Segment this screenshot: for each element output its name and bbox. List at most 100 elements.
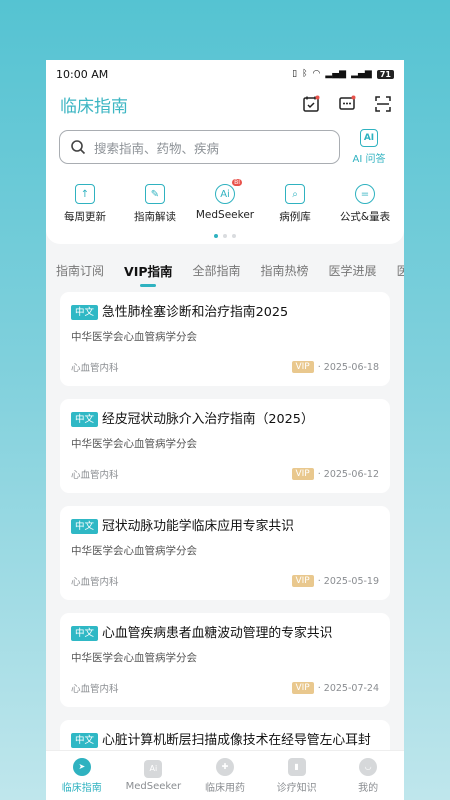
- app-logo: 临床指南: [60, 96, 128, 117]
- guide-date: · 2025-06-12: [317, 468, 379, 480]
- language-badge: 中文: [71, 733, 99, 748]
- ai-qa-button[interactable]: AI AI 问答: [346, 129, 392, 165]
- search-row: 搜索指南、药物、疾病 AI AI 问答: [46, 120, 404, 170]
- quick-medseeker[interactable]: Ai BI MedSeeker: [190, 179, 260, 224]
- bluetooth-icon: ᛒ: [302, 69, 308, 79]
- ai-icon: AI: [360, 129, 378, 147]
- guide-org: 中华医学会心血管病学分会: [71, 545, 197, 557]
- ai-icon: Ai: [144, 759, 163, 778]
- nav-label: 诊疗知识: [276, 782, 317, 794]
- quick-label: MedSeeker: [195, 209, 255, 221]
- status-bar: 10:00 AM ▯ ᛒ ◠ ▂▄▆ ▂▄▆ 71: [46, 60, 404, 88]
- guide-title: 经皮冠状动脉介入治疗指南（2025）: [102, 412, 314, 427]
- guide-meta-right: VIP · 2025-07-24: [291, 682, 379, 694]
- guide-card[interactable]: 中文 冠状动脉功能学临床应用专家共识 中华医学会心血管病学分会 心血管内科 VIP…: [60, 506, 390, 600]
- status-time: 10:00 AM: [56, 67, 109, 81]
- quick-weekly-update[interactable]: ↑ 每周更新: [50, 184, 120, 224]
- vip-badge: VIP: [291, 468, 314, 480]
- guide-title: 心血管疾病患者血糖波动管理的专家共识: [102, 626, 333, 641]
- quick-guide-interpretation[interactable]: ✎ 指南解读: [120, 184, 190, 224]
- nav-clinical-guide[interactable]: ➤ 临床指南: [47, 757, 117, 794]
- guide-meta-right: VIP · 2025-06-12: [291, 468, 379, 480]
- nav-mine[interactable]: ◡ 我的: [333, 757, 403, 794]
- guide-title: 冠状动脉功能学临床应用专家共识: [102, 519, 294, 534]
- nav-label: 临床指南: [61, 782, 102, 794]
- search-input[interactable]: 搜索指南、药物、疾病: [59, 130, 340, 164]
- guide-meta-right: VIP · 2025-06-18: [291, 361, 379, 373]
- guide-date: · 2025-07-24: [317, 682, 379, 694]
- battery-icon: 71: [376, 69, 394, 79]
- language-badge: 中文: [71, 305, 99, 320]
- signal-icon-2: ▂▄▆: [351, 69, 372, 79]
- clipboard-search-icon: ⌕: [285, 184, 305, 204]
- tab-all[interactable]: 全部指南: [193, 262, 241, 279]
- guide-org: 中华医学会心血管病学分会: [71, 331, 197, 343]
- guide-dept: 心血管内科: [71, 684, 119, 695]
- page-dot: [232, 234, 236, 238]
- guide-title-row: 中文 经皮冠状动脉介入治疗指南（2025）: [71, 411, 379, 429]
- guide-tabs: 指南订阅 VIP指南 全部指南 指南热榜 医学进展 医界: [46, 248, 404, 292]
- guide-dept: 心血管内科: [71, 470, 119, 481]
- page-indicator: [46, 234, 404, 238]
- new-badge: BI: [232, 179, 242, 186]
- pill-icon: ✚: [215, 757, 234, 776]
- scan-icon[interactable]: [374, 95, 392, 113]
- nav-label: 临床用药: [204, 782, 245, 794]
- nav-medseeker[interactable]: Ai MedSeeker: [118, 759, 188, 792]
- guide-title: 急性肺栓塞诊断和治疗指南2025: [102, 305, 289, 320]
- guide-meta: 心血管内科 VIP · 2025-06-12: [71, 467, 379, 481]
- guide-dept: 心血管内科: [71, 363, 119, 374]
- nav-label: MedSeeker: [125, 780, 182, 792]
- page-dot: [223, 234, 227, 238]
- guide-title-row: 中文 冠状动脉功能学临床应用专家共识: [71, 518, 379, 536]
- quick-formula-scale[interactable]: = 公式&量表: [330, 184, 400, 224]
- search-placeholder: 搜索指南、药物、疾病: [94, 140, 220, 156]
- calendar-check-icon[interactable]: [302, 95, 320, 113]
- ai-qa-label: AI 问答: [352, 154, 386, 165]
- language-badge: 中文: [71, 519, 99, 534]
- vip-badge: VIP: [291, 682, 314, 694]
- message-icon[interactable]: [338, 95, 356, 113]
- status-icons: ▯ ᛒ ◠ ▂▄▆ ▂▄▆ 71: [292, 69, 394, 79]
- guide-meta-right: VIP · 2025-05-19: [291, 575, 379, 587]
- guide-date: · 2025-05-19: [317, 575, 379, 587]
- quick-label: 指南解读: [134, 211, 176, 223]
- guide-dept: 心血管内科: [71, 577, 119, 588]
- guide-title-row: 中文 心血管疾病患者血糖波动管理的专家共识: [71, 625, 379, 643]
- quick-actions: ↑ 每周更新 ✎ 指南解读 Ai BI MedSeeker ⌕ 病例库 = 公式&…: [46, 170, 404, 224]
- upload-icon: ↑: [75, 184, 95, 204]
- top-panel: 临床指南 搜索指南、药物、疾病 AI AI 问答 ↑ 每周更新 ✎ 指南解读 A…: [46, 88, 404, 244]
- nav-label: 我的: [358, 782, 379, 794]
- user-icon: ◡: [359, 757, 378, 776]
- tab-hot[interactable]: 指南热榜: [261, 262, 309, 279]
- signal-icon: ▂▄▆: [325, 69, 347, 79]
- tab-vip[interactable]: VIP指南: [124, 261, 173, 287]
- vip-badge: VIP: [291, 575, 314, 587]
- compass-icon: ➤: [72, 757, 91, 776]
- guide-card[interactable]: 中文 经皮冠状动脉介入治疗指南（2025） 中华医学会心血管病学分会 心血管内科 …: [60, 399, 390, 493]
- guide-title-row: 中文 急性肺栓塞诊断和治疗指南2025: [71, 304, 379, 322]
- nav-knowledge[interactable]: ▮ 诊疗知识: [262, 757, 332, 794]
- page-dot-active: [214, 234, 218, 238]
- tab-progress[interactable]: 医学进展: [329, 262, 377, 279]
- bottom-nav: ➤ 临床指南 Ai MedSeeker ✚ 临床用药 ▮ 诊疗知识 ◡ 我的: [46, 750, 404, 800]
- language-badge: 中文: [71, 626, 99, 641]
- wifi-icon: ◠: [312, 69, 321, 79]
- app-window: 10:00 AM ▯ ᛒ ◠ ▂▄▆ ▂▄▆ 71 临床指南 搜索指南、药物、疾…: [46, 60, 404, 800]
- quick-label: 病例库: [279, 211, 311, 223]
- ai-icon: Ai BI: [215, 179, 242, 204]
- tab-subscribed[interactable]: 指南订阅: [56, 262, 104, 279]
- guide-card[interactable]: 中文 急性肺栓塞诊断和治疗指南2025 中华医学会心血管病学分会 心血管内科 VI…: [60, 292, 390, 386]
- guide-org: 中华医学会心血管病学分会: [71, 652, 197, 664]
- book-icon: ▮: [287, 757, 306, 776]
- guide-card[interactable]: 中文 心血管疾病患者血糖波动管理的专家共识 中华医学会心血管病学分会 心血管内科 …: [60, 613, 390, 707]
- guide-meta: 心血管内科 VIP · 2025-06-18: [71, 360, 379, 374]
- header-actions: [302, 95, 392, 113]
- nav-clinical-drugs[interactable]: ✚ 临床用药: [190, 757, 260, 794]
- tab-medical-world[interactable]: 医界: [397, 262, 404, 279]
- guide-date: · 2025-06-18: [317, 361, 379, 373]
- quick-label: 每周更新: [64, 211, 106, 223]
- guide-list: 中文 急性肺栓塞诊断和治疗指南2025 中华医学会心血管病学分会 心血管内科 VI…: [46, 292, 404, 800]
- quick-case-library[interactable]: ⌕ 病例库: [260, 184, 330, 224]
- language-badge: 中文: [71, 412, 99, 427]
